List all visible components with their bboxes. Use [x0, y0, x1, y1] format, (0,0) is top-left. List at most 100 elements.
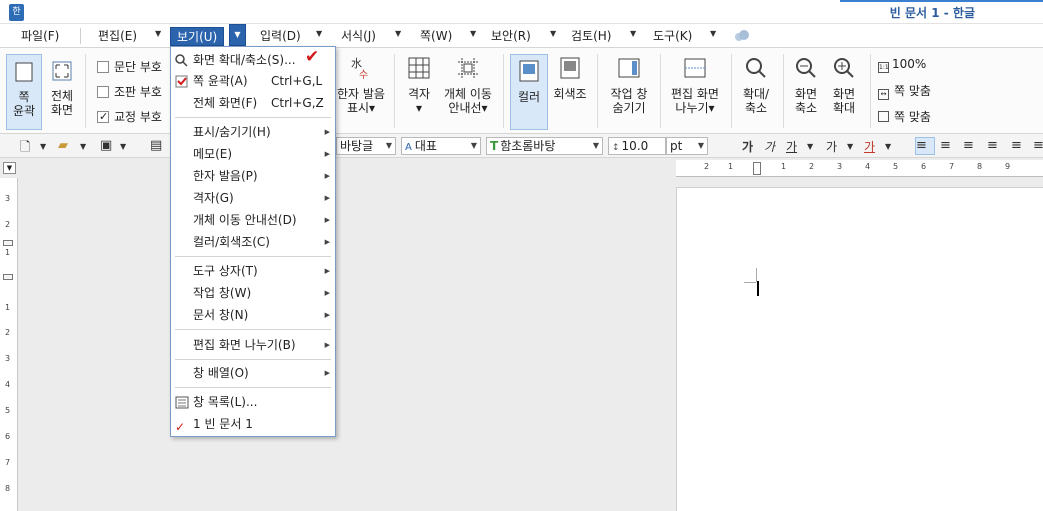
right-align-icon[interactable]: ≡: [987, 138, 998, 153]
task-pane-button[interactable]: 작업 창 숨기기: [604, 56, 654, 128]
vruler-margin-marker[interactable]: [3, 240, 13, 246]
menu-memo[interactable]: 메모(E) ▶: [171, 144, 335, 164]
menu-task-pane[interactable]: 작업 창(W) ▶: [171, 283, 335, 303]
fit-page-button[interactable]: 쪽 맞춤: [878, 108, 931, 125]
menu-full-screen[interactable]: 전체 화면(F) Ctrl+G,Z: [171, 93, 335, 113]
menu-item-label: 도구 상자(T): [193, 264, 258, 278]
menu-item-label: 메모(E): [193, 147, 233, 161]
style-select[interactable]: 바탕글 ▼: [336, 137, 396, 155]
left-align-icon[interactable]: ≡: [940, 138, 951, 153]
menu-color-grayscale[interactable]: 컬러/회색조(C) ▶: [171, 232, 335, 252]
hanja-reading-label: 한자 발음 표시▾: [337, 87, 385, 115]
hruler-label: 2: [704, 162, 710, 171]
new-document-arrow[interactable]: ▼: [40, 142, 46, 151]
menu-toolbox[interactable]: 도구 상자(T) ▶: [171, 261, 335, 281]
menu-file[interactable]: 파일(F): [17, 27, 63, 46]
menu-tools[interactable]: 도구(K): [649, 27, 696, 46]
submenu-arrow-icon: ▶: [324, 194, 330, 202]
view-menu-dropdown: 화면 확대/축소(S)... 쪽 윤곽(A) Ctrl+G,L 전체 화면(F)…: [170, 46, 336, 437]
hruler-label: 4: [865, 162, 871, 171]
hanja-reading-button[interactable]: 水수 한자 발음 표시▾: [334, 56, 388, 128]
menu-security-arrow[interactable]: ▼: [550, 29, 556, 38]
hruler-label: 5: [893, 162, 899, 171]
split-align-icon[interactable]: ≡: [1033, 138, 1043, 153]
color-view-button[interactable]: 컬러: [510, 54, 548, 130]
menu-tools-arrow[interactable]: ▼: [710, 29, 716, 38]
open-folder-arrow[interactable]: ▼: [80, 142, 86, 151]
menu-hanja-reading[interactable]: 한자 발음(P) ▶: [171, 166, 335, 186]
grid-button[interactable]: 격자 ▾: [402, 56, 436, 128]
object-guide-button[interactable]: 개체 이동 안내선▾: [440, 56, 496, 128]
margin-guide: [756, 268, 757, 282]
font-language-select[interactable]: A 대표 ▼: [401, 137, 481, 155]
control-mark-checkbox[interactable]: 조판 부호: [97, 84, 162, 100]
font-name-select[interactable]: T 함초롬바탕 ▼: [486, 137, 603, 155]
vruler-label: 2: [5, 220, 11, 229]
menu-grid[interactable]: 격자(G) ▶: [171, 188, 335, 208]
menu-format[interactable]: 서식(J): [337, 27, 380, 46]
italic-icon[interactable]: 가: [764, 138, 775, 155]
menu-window-doc1[interactable]: ✓ 1 빈 문서 1: [171, 414, 335, 434]
strikethrough-icon[interactable]: 가: [826, 138, 837, 155]
full-screen-icon: [46, 60, 78, 85]
font-size-input[interactable]: ↕ 10.0: [608, 137, 666, 155]
zoom-dialog-button[interactable]: 확대/ 축소: [736, 56, 776, 128]
save-arrow[interactable]: ▼: [120, 142, 126, 151]
menu-page-outline[interactable]: 쪽 윤곽(A) Ctrl+G,L: [171, 71, 335, 91]
page-outline-button[interactable]: 쪽 윤곽: [6, 54, 42, 130]
menu-insert[interactable]: 입력(D): [256, 27, 305, 46]
zoom-in-button[interactable]: 화면 확대: [826, 56, 862, 128]
bold-icon[interactable]: 가: [742, 138, 753, 155]
font-color-arrow[interactable]: ▼: [885, 142, 891, 151]
center-align-icon[interactable]: ≡: [963, 138, 974, 153]
menu-security[interactable]: 보안(R): [487, 27, 535, 46]
underline-icon[interactable]: 가: [786, 138, 797, 155]
menu-split-view[interactable]: 편집 화면 나누기(B) ▶: [171, 335, 335, 355]
grayscale-button[interactable]: 회색조: [550, 56, 590, 128]
menu-window-list[interactable]: 창 목록(L)...: [171, 392, 335, 412]
menu-review-arrow[interactable]: ▼: [630, 29, 636, 38]
hruler-indent-marker[interactable]: [753, 162, 761, 175]
menu-view[interactable]: 보기(U): [170, 27, 225, 46]
vruler-label: 4: [5, 380, 11, 389]
check-icon: ✓: [175, 420, 186, 434]
menu-object-guide[interactable]: 개체 이동 안내선(D) ▶: [171, 210, 335, 230]
zoom-100-button[interactable]: 1:1 100%: [878, 57, 926, 73]
new-document-icon[interactable]: 🗋: [20, 138, 30, 160]
menu-item-label: 문서 창(N): [193, 308, 249, 322]
save-icon[interactable]: ▣: [100, 138, 112, 153]
menu-document-window[interactable]: 문서 창(N) ▶: [171, 305, 335, 325]
menu-format-arrow[interactable]: ▼: [395, 29, 401, 38]
menu-show-hide[interactable]: 표시/숨기기(H) ▶: [171, 122, 335, 142]
vruler-label: 7: [5, 458, 11, 467]
size-unit-select[interactable]: pt ▼: [666, 137, 708, 155]
fit-width-button[interactable]: ↔ 쪽 맞춤: [878, 82, 931, 100]
menu-view-arrow[interactable]: ▼: [229, 24, 246, 46]
menu-page[interactable]: 쪽(W): [416, 27, 456, 46]
justify-align-icon[interactable]: ≡: [915, 137, 935, 155]
menu-page-arrow[interactable]: ▼: [470, 29, 476, 38]
menu-edit[interactable]: 편집(E): [94, 27, 141, 46]
menu-window-arrange[interactable]: 창 배열(O) ▶: [171, 363, 335, 383]
menu-separator: [175, 329, 331, 330]
font-color-icon[interactable]: 가: [864, 138, 875, 155]
ruler-toggle-button[interactable]: ▼: [3, 162, 16, 174]
vruler-margin-marker[interactable]: [3, 274, 13, 280]
paragraph-mark-checkbox[interactable]: 문단 부호: [97, 59, 162, 75]
print-icon[interactable]: ▤: [150, 138, 162, 153]
submenu-arrow-icon: ▶: [324, 289, 330, 297]
page-outline-icon: [7, 61, 41, 86]
strikethrough-arrow[interactable]: ▼: [847, 142, 853, 151]
proofreading-mark-checkbox[interactable]: 교정 부호: [97, 109, 162, 125]
open-folder-icon[interactable]: ▰: [58, 138, 68, 153]
underline-arrow[interactable]: ▼: [807, 142, 813, 151]
split-view-button[interactable]: 편집 화면 나누기▾: [666, 56, 724, 128]
full-screen-button[interactable]: 전체 화면: [46, 54, 78, 130]
menu-review[interactable]: 검토(H): [567, 27, 615, 46]
distribute-align-icon[interactable]: ≡: [1011, 138, 1022, 153]
document-page[interactable]: [676, 187, 1043, 511]
zoom-out-button[interactable]: 화면 축소: [788, 56, 824, 128]
help-cloud-icon[interactable]: [734, 30, 750, 42]
menu-insert-arrow[interactable]: ▼: [316, 29, 322, 38]
menu-edit-arrow[interactable]: ▼: [155, 29, 161, 38]
